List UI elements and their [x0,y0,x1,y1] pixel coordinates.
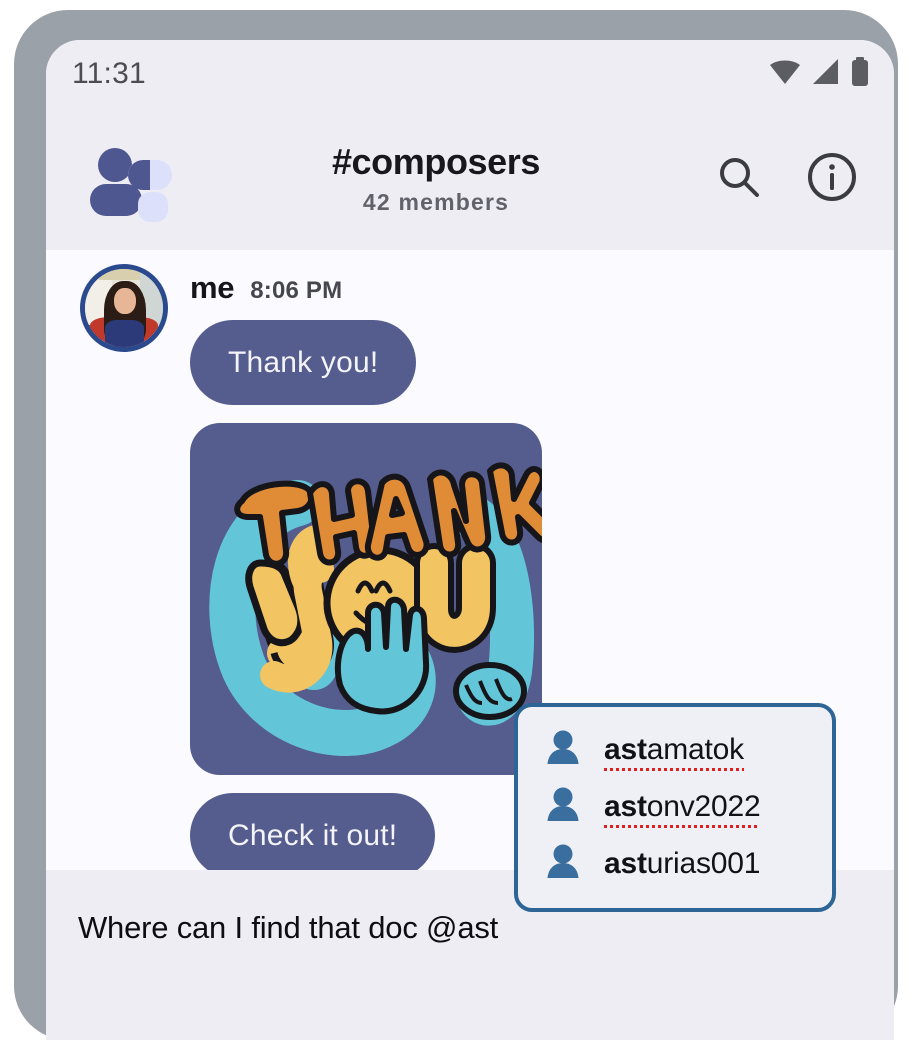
status-bar-icons [768,56,870,92]
battery-icon [850,56,870,92]
logo-shape-dot-dark [98,148,132,182]
avatar-photo-bg-top [99,269,140,280]
mention-rest: urias001 [646,846,761,880]
app-logo-icon[interactable] [90,144,172,222]
phone-screen: 11:31 #composers 42 members me 8:06 PM T… [46,40,894,1040]
logo-shape-pill-dark [90,184,142,216]
logo-shape-dot-light [138,192,168,222]
message-sender: me [190,270,235,305]
mention-autocomplete-popup[interactable]: astamatok astonv2022 asturias001 [514,703,836,912]
message-bubble-text[interactable]: Check it out! [190,793,436,878]
mention-suggestion-label: asturias001 [604,847,760,881]
mention-suggestion-item[interactable]: astonv2022 [518,778,832,835]
page-title: #composers [331,141,541,183]
message-list[interactable]: me 8:06 PM Thank you! Check it out! [46,250,894,878]
member-count-label: 42 members [362,188,510,215]
wifi-icon [768,58,802,91]
header-actions [716,151,872,208]
cellular-signal-icon [811,58,841,91]
mention-suggestion-item[interactable]: astamatok [518,721,832,778]
message-meta: me 8:06 PM [190,270,542,306]
info-icon[interactable] [806,151,858,208]
logo-shape-pill-light [128,160,172,190]
phone-frame: 11:31 #composers 42 members me 8:06 PM T… [14,10,898,1040]
channel-header: #composers 42 members [46,108,894,250]
avatar-photo-shirt [105,320,145,347]
mention-suggestion-label: astamatok [604,732,744,771]
person-icon [544,842,582,885]
avatar-photo-face [113,287,136,315]
message-input[interactable]: Where can I find that doc @ast [78,910,894,946]
mention-suggestion-item[interactable]: asturias001 [518,835,832,892]
mention-prefix: ast [604,789,647,823]
thank-you-sticker-icon [209,462,542,757]
search-icon[interactable] [716,154,762,205]
message-body: me 8:06 PM Thank you! Check it out! [190,264,542,878]
mention-suggestion-label: astonv2022 [604,789,761,828]
message-timestamp: 8:06 PM [250,277,343,304]
person-icon [544,785,582,828]
status-bar-clock: 11:31 [72,57,146,90]
message-bubble-text[interactable]: Thank you! [190,320,417,405]
message-bubble-sticker[interactable] [190,423,542,775]
status-bar: 11:31 [46,40,894,108]
person-icon [544,728,582,771]
mention-prefix: ast [604,846,647,880]
channel-header-titles: #composers 42 members [156,142,716,216]
avatar[interactable] [80,264,168,352]
mention-rest: onv2022 [646,789,761,823]
mention-rest: amatok [646,732,744,766]
mention-prefix: ast [604,732,647,766]
